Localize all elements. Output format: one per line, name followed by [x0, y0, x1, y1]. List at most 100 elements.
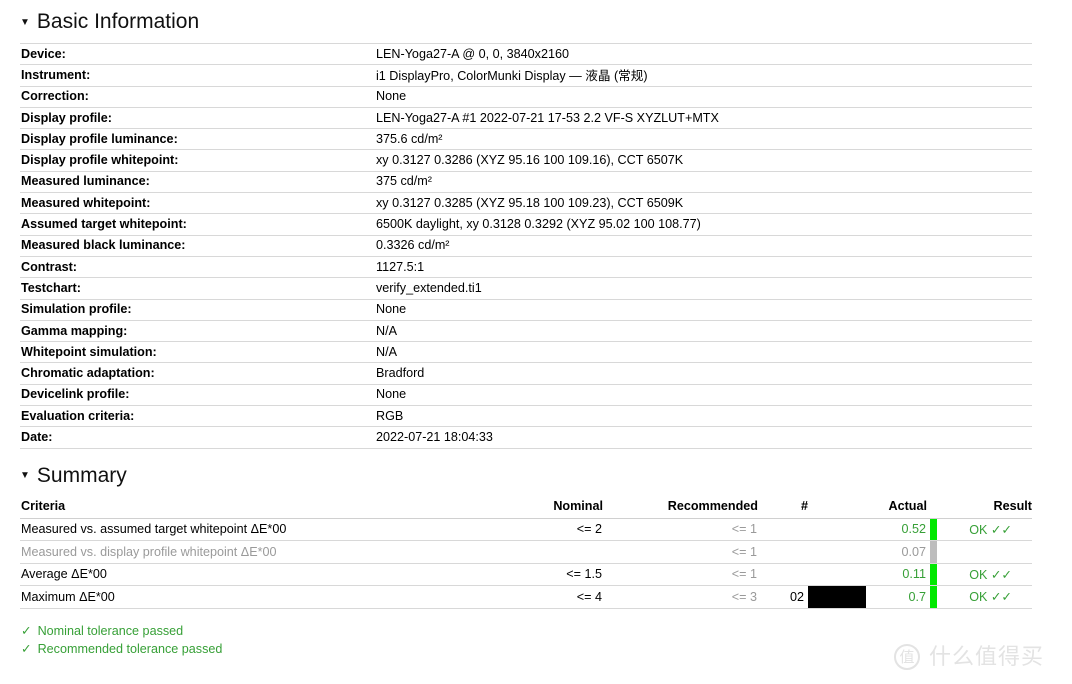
criteria-label: Maximum ΔE*00: [20, 585, 507, 609]
info-row: Display profile: LEN-Yoga27-A #1 2022-07-…: [20, 107, 1032, 130]
info-row-value: xy 0.3127 0.3285 (XYZ 95.18 100 109.23),…: [358, 192, 1032, 215]
info-row: Display profile luminance: 375.6 cd/m²: [20, 128, 1032, 151]
info-row-value: LEN-Yoga27-A #1 2022-07-21 17-53 2.2 VF-…: [358, 107, 1032, 130]
actual-value: 0.11: [866, 563, 927, 587]
info-row-value: 6500K daylight, xy 0.3128 0.3292 (XYZ 95…: [358, 213, 1032, 236]
result-value: [940, 540, 1032, 564]
info-row-label: Date:: [20, 426, 358, 449]
indicator-cell: [927, 563, 940, 587]
report-page: ▼ Basic Information Device: LEN-Yoga27-A …: [0, 0, 1072, 684]
info-row-label: Measured luminance:: [20, 171, 358, 194]
recommended-value: <= 1: [603, 518, 758, 542]
info-row: Simulation profile: None: [20, 299, 1032, 321]
nominal-value: <= 2: [507, 518, 603, 542]
info-row: Date: 2022-07-21 18:04:33: [20, 426, 1032, 449]
info-row-value: None: [358, 299, 1032, 321]
info-row: Testchart: verify_extended.ti1: [20, 277, 1032, 300]
summary-header-row: Criteria Nominal Recommended # Actual Re…: [20, 498, 1032, 519]
info-row-value: None: [358, 384, 1032, 407]
column-header-nominal: Nominal: [507, 498, 603, 519]
info-row-label: Assumed target whitepoint:: [20, 213, 358, 236]
info-row-label: Display profile whitepoint:: [20, 149, 358, 172]
info-row-label: Display profile:: [20, 107, 358, 130]
info-row: Correction: None: [20, 86, 1032, 108]
chevron-down-icon[interactable]: ▼: [20, 17, 30, 28]
info-row-value: verify_extended.ti1: [358, 277, 1032, 300]
info-row-value: 375.6 cd/m²: [358, 128, 1032, 151]
result-value: OK ✓✓: [940, 518, 1032, 542]
info-row-value: LEN-Yoga27-A @ 0, 0, 3840x2160: [358, 42, 1032, 66]
info-row-value: i1 DisplayPro, ColorMunki Display — 液晶 (…: [358, 64, 1032, 87]
info-row-value: None: [358, 86, 1032, 108]
info-row: Device: LEN-Yoga27-A @ 0, 0, 3840x2160: [20, 42, 1032, 66]
check-icon: ✓: [21, 642, 32, 657]
indicator-cell: [927, 540, 940, 564]
criteria-label: Measured vs. assumed target whitepoint Δ…: [20, 518, 507, 542]
color-swatch: [808, 586, 866, 608]
column-header-recommended: Recommended: [603, 498, 758, 519]
info-row-value: 0.3326 cd/m²: [358, 235, 1032, 257]
info-row: Evaluation criteria: RGB: [20, 405, 1032, 428]
info-row: Assumed target whitepoint: 6500K daylight…: [20, 213, 1032, 236]
summary-row: Maximum ΔE*00 <= 4 <= 3 02 0.7 OK ✓✓: [20, 585, 1032, 609]
basic-information-title: Basic Information: [36, 10, 200, 33]
swatch-cell: [808, 585, 866, 609]
actual-value: 0.7: [866, 585, 927, 609]
swatch-cell: [808, 563, 866, 587]
tolerance-note: ✓ Recommended tolerance passed: [21, 640, 1052, 659]
info-row: Measured black luminance: 0.3326 cd/m²: [20, 235, 1032, 257]
chevron-down-icon[interactable]: ▼: [20, 471, 30, 481]
nominal-value: [507, 540, 603, 564]
info-row: Chromatic adaptation: Bradford: [20, 362, 1032, 385]
info-row: Contrast: 1127.5:1: [20, 256, 1032, 279]
info-row-label: Testchart:: [20, 277, 358, 300]
info-row-label: Evaluation criteria:: [20, 405, 358, 428]
summary-table: Criteria Nominal Recommended # Actual Re…: [20, 498, 1032, 609]
info-row-label: Correction:: [20, 86, 358, 108]
info-row-label: Devicelink profile:: [20, 384, 358, 407]
pass-indicator-bar: [930, 518, 937, 541]
pass-indicator-bar: [930, 563, 937, 586]
summary-section-header[interactable]: ▼ Summary: [20, 449, 1052, 499]
criteria-label: Measured vs. display profile whitepoint …: [20, 540, 507, 564]
info-row-label: Measured whitepoint:: [20, 192, 358, 215]
info-row-value: Bradford: [358, 362, 1032, 385]
tolerance-note-text: Recommended tolerance passed: [37, 642, 223, 657]
sample-number: [758, 563, 808, 587]
info-row: Devicelink profile: None: [20, 384, 1032, 407]
info-row-label: Instrument:: [20, 64, 358, 87]
info-row-label: Chromatic adaptation:: [20, 362, 358, 385]
tolerance-note: ✓ Nominal tolerance passed: [21, 622, 1052, 641]
info-row-value: 375 cd/m²: [358, 171, 1032, 194]
column-header-indicator: [927, 498, 940, 519]
info-row-label: Measured black luminance:: [20, 235, 358, 257]
basic-information-section-header[interactable]: ▼ Basic Information: [20, 0, 1052, 43]
pass-indicator-bar: [930, 586, 937, 608]
recommended-value: <= 3: [603, 585, 758, 609]
info-row-value: N/A: [358, 320, 1032, 343]
info-row-value: N/A: [358, 341, 1032, 364]
recommended-value: <= 1: [603, 540, 758, 564]
info-row-label: Device:: [20, 42, 358, 66]
swatch-cell: [808, 540, 866, 564]
sample-number: [758, 518, 808, 542]
info-row-value: RGB: [358, 405, 1032, 428]
actual-value: 0.52: [866, 518, 927, 542]
result-value: OK ✓✓: [940, 563, 1032, 587]
summary-row: Measured vs. display profile whitepoint …: [20, 540, 1032, 564]
criteria-label: Average ΔE*00: [20, 563, 507, 587]
tolerance-note-text: Nominal tolerance passed: [37, 623, 184, 638]
sample-number: 02: [758, 585, 808, 609]
indicator-cell: [927, 518, 940, 542]
recommended-value: <= 1: [603, 563, 758, 587]
column-header-number: #: [758, 498, 808, 519]
info-row: Instrument: i1 DisplayPro, ColorMunki Dis…: [20, 64, 1032, 87]
pass-indicator-bar: [930, 541, 937, 563]
summary-row: Average ΔE*00 <= 1.5 <= 1 0.11 OK ✓✓: [20, 563, 1032, 587]
summary-row: Measured vs. assumed target whitepoint Δ…: [20, 518, 1032, 542]
tolerance-notes: ✓ Nominal tolerance passed ✓ Recommended to…: [20, 609, 1052, 659]
summary-title: Summary: [36, 463, 127, 487]
result-value: OK ✓✓: [940, 585, 1032, 609]
info-row-label: Contrast:: [20, 256, 358, 279]
swatch-cell: [808, 518, 866, 542]
